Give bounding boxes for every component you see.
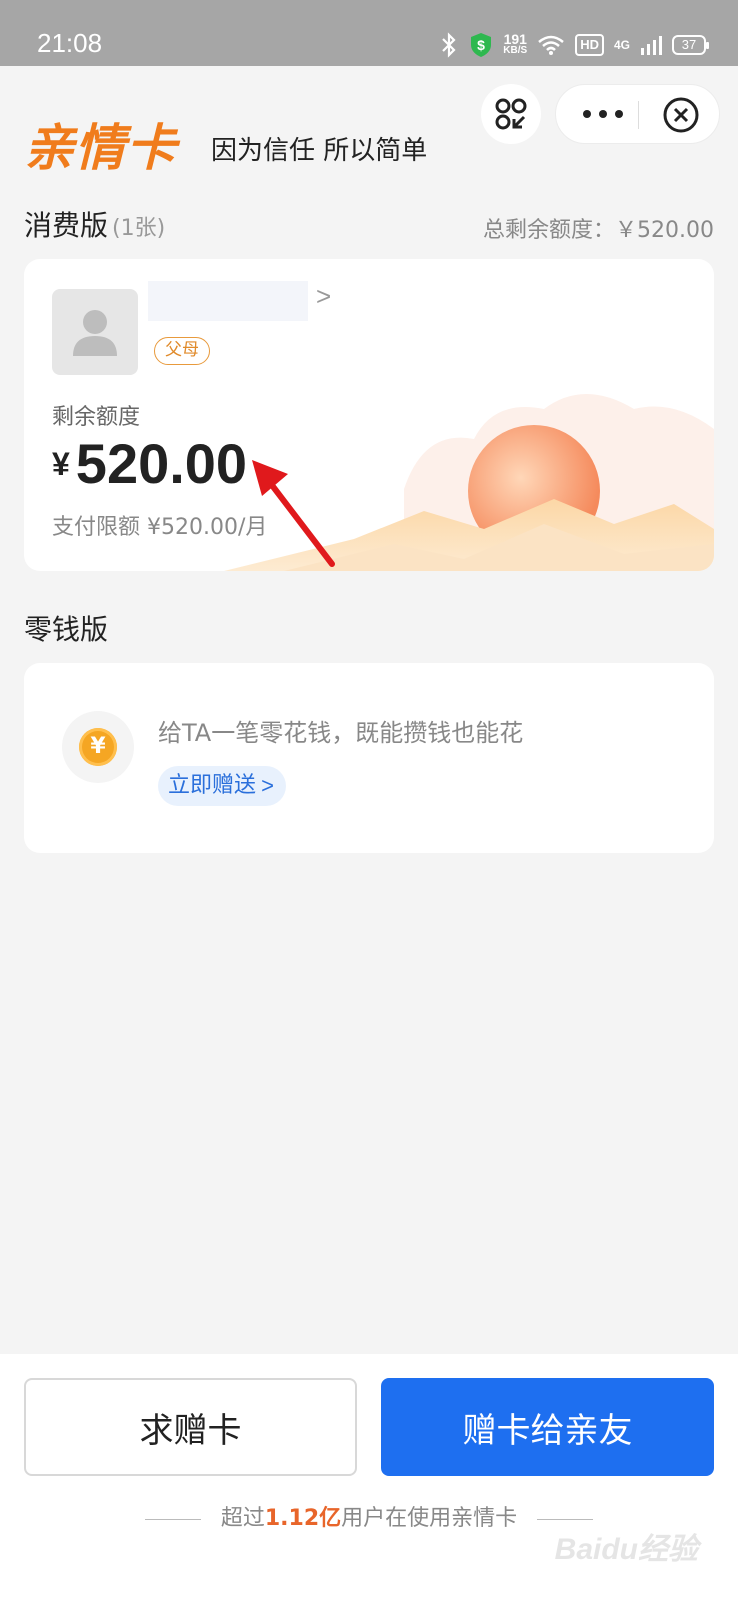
network-type: 4G xyxy=(613,38,630,52)
more-icon-dot xyxy=(615,110,623,118)
mini-program-capsule xyxy=(555,84,720,144)
gift-card-button[interactable]: 赠卡给亲友 xyxy=(381,1378,714,1476)
remaining-amount: ¥520.00 xyxy=(52,431,247,496)
more-icon-dot xyxy=(583,110,591,118)
card-count: (1张) xyxy=(112,216,166,241)
remaining-label: 剩余额度 xyxy=(52,405,141,430)
more-icon-dot xyxy=(599,110,607,118)
net-speed: 191 KB/S xyxy=(503,31,528,56)
app-slogan: 因为信任 所以简单 xyxy=(211,136,428,166)
coin-icon: ¥ xyxy=(79,728,117,766)
more-button[interactable] xyxy=(583,99,623,129)
consumption-section-title: 消费版 (1张) xyxy=(24,209,166,242)
request-card-button[interactable]: 求赠卡 xyxy=(24,1378,357,1476)
send-now-button[interactable]: 立即赠送 > xyxy=(158,766,287,806)
chevron-right-icon[interactable]: > xyxy=(316,281,331,312)
status-bar: 21:08 $ 191 KB/S HD 4G 37 xyxy=(0,0,738,66)
card-holder-name[interactable] xyxy=(148,281,308,321)
battery-icon: 37 xyxy=(672,35,709,55)
scan-icon xyxy=(495,98,527,130)
shield-icon: $ xyxy=(471,33,492,57)
watermark: Baidu经验 xyxy=(554,1533,698,1566)
total-remaining: 总剩余额度：￥520.00 xyxy=(483,218,714,243)
close-icon[interactable] xyxy=(662,96,700,134)
relation-tag: 父母 xyxy=(154,337,210,365)
divider-line xyxy=(537,1518,594,1520)
family-card[interactable]: > 父母 剩余额度 ¥520.00 支付限额 ¥520.00/月 xyxy=(24,259,714,571)
pocket-money-card: ¥ 给TA一笔零花钱，既能攒钱也能花 立即赠送 > xyxy=(24,663,714,853)
payment-limit: 支付限额 ¥520.00/月 xyxy=(52,515,268,540)
page: 亲情卡 因为信任 所以简单 消费版 (1张) 总剩余额度：￥520.00 > 父… xyxy=(0,66,738,1354)
status-icons: $ 191 KB/S HD 4G 37 xyxy=(439,30,709,60)
coin-badge: ¥ xyxy=(62,711,134,783)
bottom-bar: 求赠卡 赠卡给亲友 超过1.12亿用户在使用亲情卡 Baidu经验 xyxy=(0,1354,738,1600)
bluetooth-icon xyxy=(442,32,456,58)
scan-button[interactable] xyxy=(481,84,541,144)
pocket-money-section-title: 零钱版 xyxy=(24,613,109,646)
currency-symbol: ¥ xyxy=(52,446,70,482)
capsule-divider xyxy=(638,101,639,129)
wifi-icon xyxy=(538,35,565,55)
avatar-icon xyxy=(73,310,117,356)
chevron-right-icon: > xyxy=(261,773,275,798)
annotation-arrow xyxy=(252,460,335,567)
svg-text:$: $ xyxy=(477,37,485,53)
status-time: 21:08 xyxy=(37,28,103,58)
pocket-money-description: 给TA一笔零花钱，既能攒钱也能花 xyxy=(158,719,524,747)
signal-icon xyxy=(641,36,662,55)
hd-badge: HD xyxy=(575,34,604,56)
app-logo: 亲情卡 xyxy=(24,120,177,176)
avatar xyxy=(52,289,138,375)
amount-value: 520.00 xyxy=(75,432,248,495)
divider-line xyxy=(144,1518,201,1520)
